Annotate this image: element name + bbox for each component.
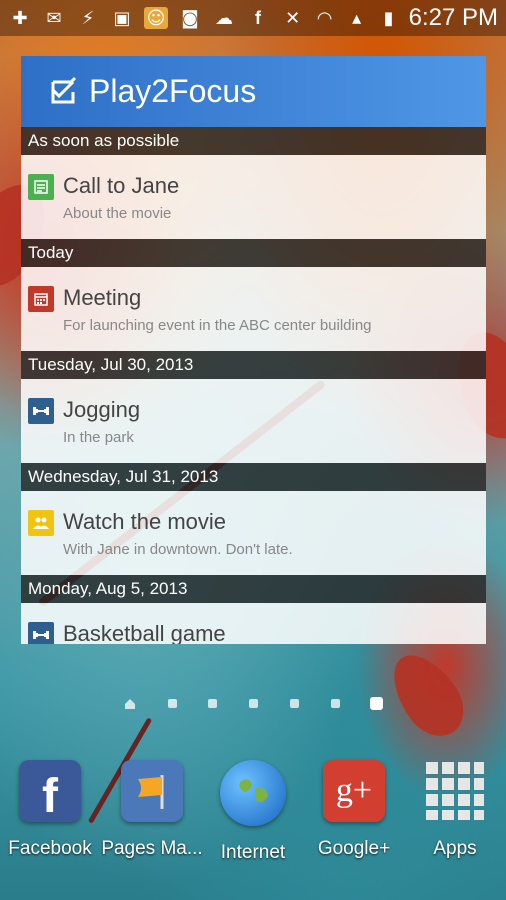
pages-manager-icon bbox=[121, 760, 183, 822]
task-subtitle: In the park bbox=[63, 429, 134, 446]
page-dot[interactable] bbox=[331, 699, 340, 708]
game-icon[interactable]: ☺ bbox=[144, 7, 168, 29]
task-subtitle: For launching event in the ABC center bu… bbox=[63, 317, 372, 334]
add-icon[interactable]: ✚ bbox=[8, 7, 32, 29]
task-subtitle: With Jane in downtown. Don't late. bbox=[63, 541, 293, 558]
people-icon bbox=[28, 510, 54, 536]
image-icon[interactable]: ▣ bbox=[110, 7, 134, 29]
facebook-app-icon: f bbox=[19, 760, 81, 823]
section-header: Monday, Aug 5, 2013 bbox=[21, 575, 486, 603]
dumbbell-icon bbox=[28, 622, 54, 644]
cloud-icon[interactable]: ☁ bbox=[212, 7, 236, 29]
status-bar: ✚ ✉ ⚡ ▣ ☺ ◙ ☁ f ✕ ◠ ▴ ▮ 6:27 PM bbox=[0, 0, 506, 36]
note-icon bbox=[28, 174, 54, 200]
wallpaper-leaf bbox=[379, 642, 476, 748]
app-label: Internet bbox=[220, 842, 286, 863]
dock-app-pages-manager[interactable]: Pages Ma... bbox=[101, 760, 203, 860]
app-label: Pages Ma... bbox=[101, 838, 203, 859]
page-dot[interactable] bbox=[290, 699, 299, 708]
home-page-icon[interactable] bbox=[124, 698, 136, 710]
play2focus-widget: Play2Focus As soon as possible Call to J… bbox=[21, 56, 486, 644]
signal-icon: ▴ bbox=[352, 7, 362, 29]
page-dot[interactable] bbox=[249, 699, 258, 708]
task-item[interactable]: Watch the movie With Jane in downtown. D… bbox=[21, 491, 486, 575]
wifi-icon: ◠ bbox=[316, 7, 333, 29]
task-title: Jogging bbox=[63, 397, 141, 422]
page-dot[interactable] bbox=[168, 699, 177, 708]
page-indicator bbox=[124, 696, 384, 712]
clock: 6:27 PM bbox=[408, 4, 498, 31]
calendar-icon bbox=[28, 286, 54, 312]
task-item[interactable]: Jogging In the park bbox=[21, 379, 486, 463]
task-title: Watch the movie bbox=[63, 509, 227, 534]
app-logo-icon bbox=[51, 76, 77, 103]
section-header: As soon as possible bbox=[21, 127, 486, 155]
facebook-icon[interactable]: f bbox=[246, 7, 270, 29]
app-dock: f Facebook Pages Ma... Internet g+ Googl… bbox=[0, 760, 506, 880]
task-item[interactable]: Meeting For launching event in the ABC c… bbox=[21, 267, 486, 351]
task-item[interactable]: Basketball game bbox=[21, 603, 486, 644]
app-label: Apps bbox=[433, 838, 477, 859]
task-title: Basketball game bbox=[63, 621, 226, 644]
apps-grid-icon bbox=[424, 760, 486, 822]
page-dot-active[interactable] bbox=[370, 697, 383, 710]
dock-app-internet[interactable]: Internet bbox=[203, 760, 303, 864]
app-label: Facebook bbox=[8, 838, 92, 859]
usb-icon[interactable]: ⚡ bbox=[76, 7, 100, 29]
task-item[interactable]: Call to Jane About the movie bbox=[21, 155, 486, 239]
battery-charging-icon: ▮ bbox=[383, 7, 394, 29]
section-header: Tuesday, Jul 30, 2013 bbox=[21, 351, 486, 379]
google-plus-icon: g+ bbox=[323, 760, 385, 822]
instagram-icon[interactable]: ◙ bbox=[178, 7, 202, 29]
task-title: Meeting bbox=[63, 285, 142, 310]
globe-icon bbox=[220, 760, 286, 826]
widget-header[interactable]: Play2Focus bbox=[21, 56, 486, 127]
task-title: Call to Jane bbox=[63, 173, 180, 198]
dock-app-facebook[interactable]: f Facebook bbox=[0, 760, 100, 860]
mail-icon[interactable]: ✉ bbox=[42, 7, 66, 29]
section-header: Wednesday, Jul 31, 2013 bbox=[21, 463, 486, 491]
task-subtitle: About the movie bbox=[63, 205, 172, 222]
page-dot[interactable] bbox=[208, 699, 217, 708]
dock-app-apps[interactable]: Apps bbox=[405, 760, 505, 860]
dumbbell-icon bbox=[28, 398, 54, 424]
mute-icon: ✕ bbox=[285, 7, 301, 29]
app-label: Google+ bbox=[317, 838, 391, 859]
widget-title: Play2Focus bbox=[89, 73, 257, 109]
dock-app-google-plus[interactable]: g+ Google+ bbox=[304, 760, 404, 860]
section-header: Today bbox=[21, 239, 486, 267]
